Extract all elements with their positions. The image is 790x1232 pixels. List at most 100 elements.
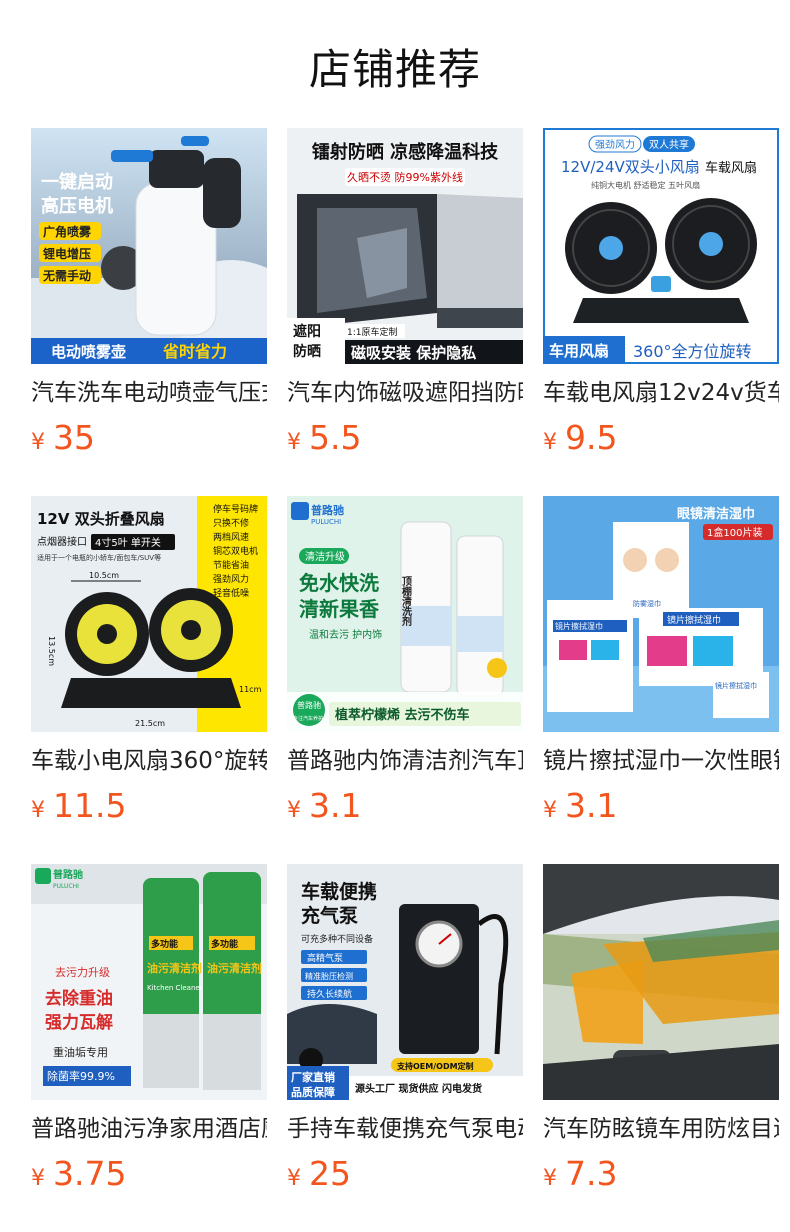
image-text: 只换不修	[213, 517, 249, 529]
image-text: 车载便携	[301, 880, 377, 903]
product-image[interactable]: 强劲风力 双人共享 12V/24V双头小风扇 车载风扇 纯铜大电机 舒适稳定 五…	[543, 128, 779, 364]
image-text: 温和去污 护内饰	[309, 628, 382, 641]
image-text: 多功能	[211, 938, 238, 950]
lens-wipes-image: 眼镜清洁湿巾 1盒100片装 镜片防雾湿巾 镜片擦拭湿巾 镜片擦拭湿巾 镜片擦拭…	[543, 496, 779, 732]
product-image[interactable]: 12V 双头折叠风扇 点烟器接口 4寸5叶 单开关 适用于一个电瓶的小轿车/面包…	[31, 496, 267, 732]
image-text: 轻音低噪	[213, 587, 249, 599]
image-text: 锂电增压	[43, 246, 91, 261]
product-image[interactable]	[543, 864, 779, 1100]
image-text: 普路驰	[297, 700, 321, 710]
product-name[interactable]: 车载小电风扇360°旋转双头折叠	[31, 746, 267, 776]
product-price: ¥35	[31, 418, 95, 457]
image-text: 防晒	[293, 343, 321, 360]
image-text: 磁吸安装 保护隐私	[351, 344, 476, 362]
kitchen-cleaner-image: 普路驰 PULUCHI 去污力升级 去除重油 强力瓦解 重油垢专用 除菌率99.…	[31, 864, 267, 1100]
currency-symbol: ¥	[543, 430, 557, 455]
image-text: 去污力升级	[55, 966, 110, 979]
currency-symbol: ¥	[287, 1166, 301, 1191]
currency-symbol: ¥	[31, 1166, 45, 1191]
image-text: 眼镜清洁湿巾	[677, 506, 755, 522]
image-text: 1:1原车定制	[347, 326, 398, 338]
product-image[interactable]: 一键启动 高压电机 广角喷雾 锂电增压 无需手动 电动喷雾壶 省时省力	[31, 128, 267, 364]
image-text: 双人共享	[649, 138, 689, 151]
spray-bottle-image: 一键启动 高压电机 广角喷雾 锂电增压 无需手动 电动喷雾壶 省时省力	[31, 128, 267, 364]
page-title: 店铺推荐	[308, 45, 481, 94]
product-name[interactable]: 手持车载便携充气泵电动打气	[287, 1114, 523, 1144]
image-text: 省时省力	[162, 342, 227, 361]
image-text: 免水快洗	[299, 571, 379, 595]
product-name[interactable]: 车载电风扇12v24v货车小风扇	[543, 378, 779, 408]
sunshade-image: 镭射防晒 凉感降温科技 久晒不烫 防99%紫外线 遮阳 防晒 1:1原车定制 磁…	[287, 128, 523, 364]
image-text: 普路驰	[311, 503, 344, 517]
price-value: 5.5	[309, 418, 362, 457]
image-text: 精准胎压检测	[305, 971, 353, 981]
product-price: ¥5.5	[287, 418, 361, 457]
image-text: 除菌率99.9%	[47, 1069, 115, 1083]
image-text: 专注汽车养护	[293, 715, 323, 722]
currency-symbol: ¥	[31, 430, 45, 455]
image-text: 一键启动	[41, 171, 113, 193]
air-pump-image: 车载便携 充气泵 可充多种不同设备 高精气泵 精准胎压检测 持久长续航 支持OE…	[287, 864, 523, 1100]
product-name[interactable]: 普路驰油污净家用酒店厨房清洁	[31, 1114, 267, 1144]
product-price: ¥3.1	[543, 786, 617, 825]
product-image[interactable]: 镭射防晒 凉感降温科技 久晒不烫 防99%紫外线 遮阳 防晒 1:1原车定制 磁…	[287, 128, 523, 364]
image-text: 电动喷雾壶	[51, 343, 126, 361]
image-text: 11cm	[239, 685, 262, 694]
image-text: 普路驰	[53, 868, 83, 881]
image-text: 21.5cm	[135, 719, 165, 728]
product-image[interactable]: 眼镜清洁湿巾 1盒100片装 镜片防雾湿巾 镜片擦拭湿巾 镜片擦拭湿巾 镜片擦拭…	[543, 496, 779, 732]
price-value: 9.5	[565, 418, 618, 457]
product-image[interactable]: 车载便携 充气泵 可充多种不同设备 高精气泵 精准胎压检测 持久长续航 支持OE…	[287, 864, 523, 1100]
image-text: Kitchen Cleaner	[147, 984, 203, 992]
product-name[interactable]: 镜片擦拭湿巾一次性眼镜布	[543, 746, 779, 776]
product-image[interactable]: 普路驰 PULUCHI 清洁升级 免水快洗 清新果香 温和去污 护内饰 顶棚清洗…	[287, 496, 523, 732]
image-text: 车用风扇	[549, 342, 609, 360]
image-text: 镜片擦拭湿巾	[667, 614, 721, 626]
image-text: 品质保障	[291, 1085, 335, 1099]
product-price: ¥25	[287, 1154, 351, 1193]
price-value: 25	[309, 1154, 351, 1193]
image-text: 充气泵	[301, 904, 358, 927]
product-image[interactable]: 普路驰 PULUCHI 去污力升级 去除重油 强力瓦解 重油垢专用 除菌率99.…	[31, 864, 267, 1100]
image-text: 久晒不烫 防99%紫外线	[347, 170, 463, 184]
product-price: ¥7.3	[543, 1154, 617, 1193]
product-name[interactable]: 汽车内饰磁吸遮阳挡防晒隔热	[287, 378, 523, 408]
image-text: 无需手动	[42, 268, 91, 283]
image-text: 多功能	[151, 938, 178, 950]
image-text: 高压电机	[41, 195, 113, 217]
image-text: 点烟器接口	[37, 535, 87, 548]
image-text: 1盒100片装	[707, 526, 762, 539]
image-text: 纯铜大电机 舒适稳定 五叶风扇	[591, 180, 700, 190]
image-text: 遮阳	[293, 323, 321, 340]
currency-symbol: ¥	[543, 1166, 557, 1191]
currency-symbol: ¥	[287, 430, 301, 455]
image-text: 镜片擦拭湿巾	[555, 621, 603, 631]
image-text: 两档风速	[213, 531, 249, 543]
image-text: 镭射防晒 凉感降温科技	[312, 141, 499, 163]
image-text: 重油垢专用	[53, 1045, 108, 1059]
price-value: 11.5	[53, 786, 127, 825]
price-value: 35	[53, 418, 95, 457]
image-text: 植萃柠檬烯 去污不伤车	[334, 707, 470, 723]
image-text: 高精气泵	[307, 952, 343, 964]
image-text: 铜芯双电机	[213, 545, 258, 557]
image-text: 油污清洁剂	[207, 961, 262, 975]
product-name[interactable]: 汽车洗车电动喷壶气压式喷雾器	[31, 378, 267, 408]
product-name[interactable]: 普路驰内饰清洁剂汽车顶棚清洗	[287, 746, 523, 776]
image-text: 强劲风力	[213, 573, 249, 585]
interior-cleaner-image: 普路驰 PULUCHI 清洁升级 免水快洗 清新果香 温和去污 护内饰 顶棚清洗…	[287, 496, 523, 732]
price-value: 3.1	[565, 786, 618, 825]
image-text: 源头工厂 现货供应 闪电发货	[355, 1082, 482, 1095]
image-text: 镜片擦拭湿巾	[715, 681, 757, 690]
price-value: 3.75	[53, 1154, 127, 1193]
image-text: 12V/24V双头小风扇	[561, 158, 700, 176]
currency-symbol: ¥	[31, 798, 45, 823]
image-text: 车载风扇	[705, 160, 757, 176]
image-text: 强力瓦解	[45, 1012, 113, 1033]
product-name[interactable]: 汽车防眩镜车用防炫目遮阳板	[543, 1114, 779, 1144]
image-text: 去除重油	[45, 988, 113, 1009]
product-price: ¥9.5	[543, 418, 617, 457]
image-text: 强劲风力	[595, 138, 635, 151]
image-text: 广角喷雾	[43, 224, 92, 239]
image-text: 停车号码牌	[213, 503, 258, 515]
